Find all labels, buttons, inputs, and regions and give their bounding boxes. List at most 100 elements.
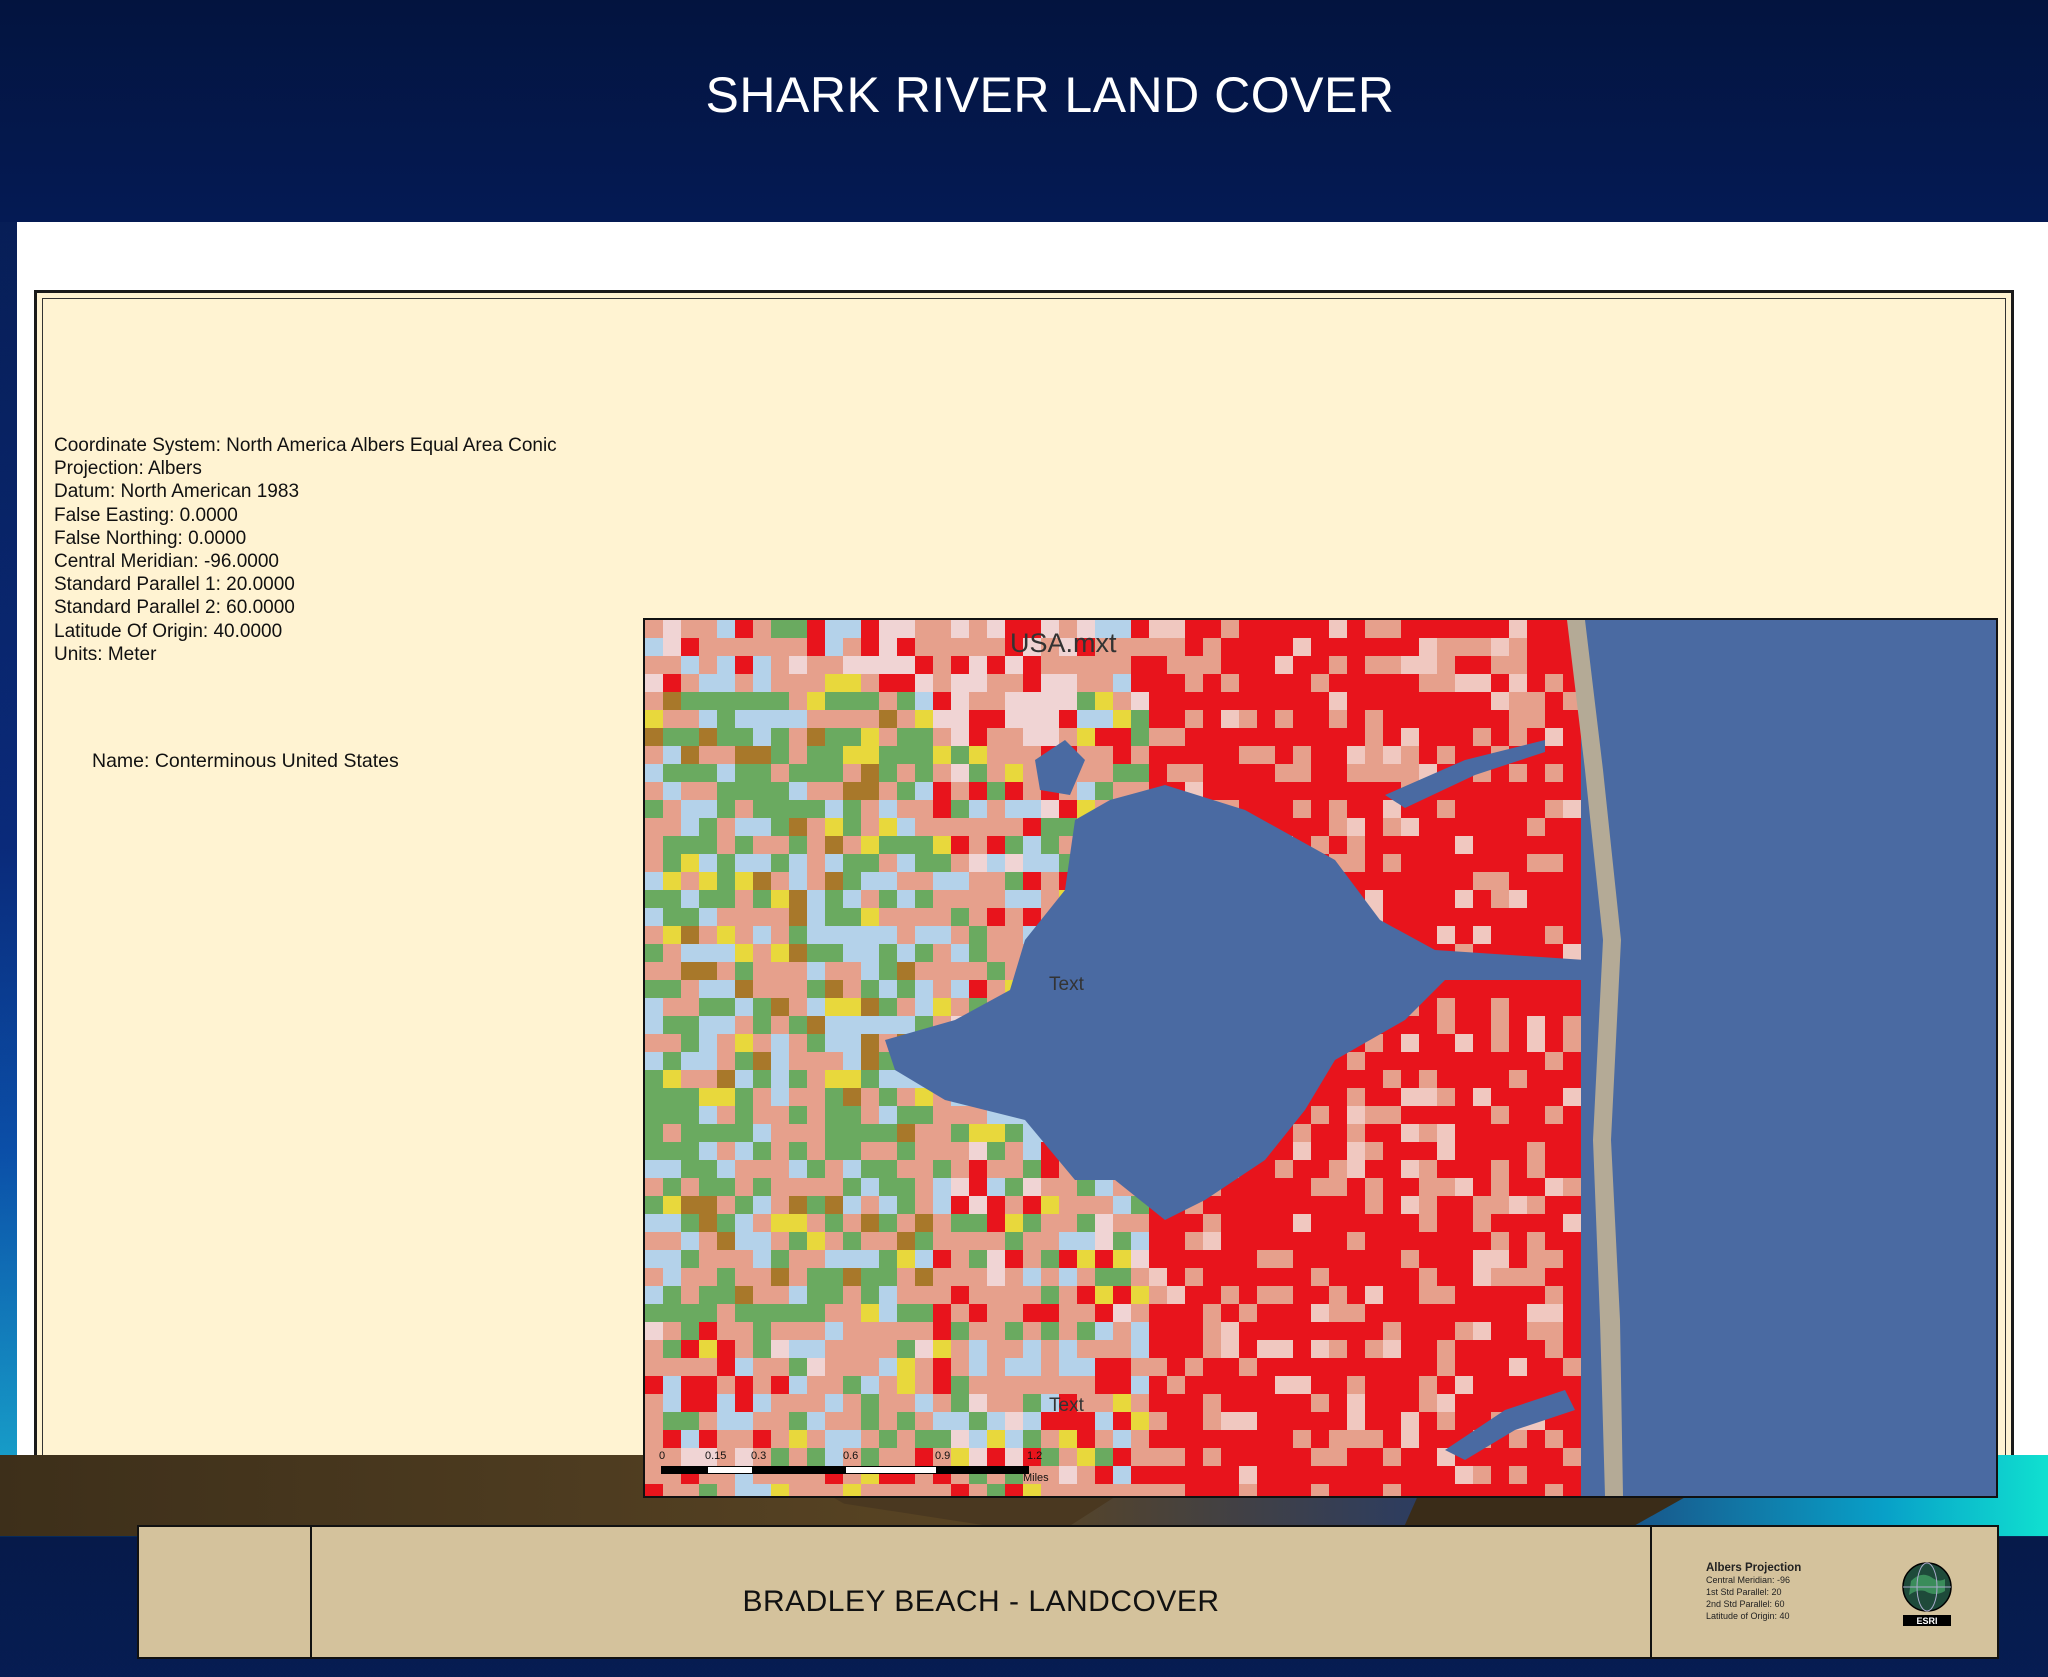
land-cover-cell: [1347, 1358, 1365, 1376]
land-cover-cell: [1347, 728, 1365, 746]
land-cover-cell: [1527, 836, 1545, 854]
land-cover-cell: [1257, 1340, 1275, 1358]
land-cover-cell: [969, 620, 987, 638]
land-cover-cell: [1455, 1142, 1473, 1160]
land-cover-cell: [1329, 1484, 1347, 1496]
coordinate-system-info: Coordinate System: North America Albers …: [54, 434, 557, 666]
land-cover-cell: [1455, 1484, 1473, 1496]
land-cover-cell: [1545, 980, 1563, 998]
land-cover-cell: [1437, 656, 1455, 674]
land-cover-cell: [663, 1376, 681, 1394]
land-cover-cell: [645, 998, 663, 1016]
land-cover-cell: [753, 872, 771, 890]
coord-line: Units: Meter: [54, 643, 157, 665]
land-cover-cell: [1437, 1070, 1455, 1088]
land-cover-cell: [645, 674, 663, 692]
land-cover-cell: [1509, 1484, 1527, 1496]
land-cover-cell: [843, 1070, 861, 1088]
land-cover-cell: [1275, 1304, 1293, 1322]
land-cover-cell: [1095, 1376, 1113, 1394]
land-cover-cell: [1203, 1358, 1221, 1376]
land-cover-cell: [1491, 1070, 1509, 1088]
land-cover-cell: [933, 1286, 951, 1304]
land-cover-cell: [753, 962, 771, 980]
land-cover-cell: [1419, 1088, 1437, 1106]
land-cover-cell: [1563, 998, 1581, 1016]
land-cover-cell: [1131, 1412, 1149, 1430]
land-cover-cell: [1131, 764, 1149, 782]
land-cover-cell: [789, 890, 807, 908]
land-cover-cell: [951, 800, 969, 818]
land-cover-cell: [1239, 1412, 1257, 1430]
land-cover-cell: [825, 962, 843, 980]
land-cover-cell: [681, 1268, 699, 1286]
land-cover-cell: [861, 728, 879, 746]
land-cover-cell: [1563, 1340, 1581, 1358]
land-cover-cell: [699, 872, 717, 890]
land-cover-cell: [699, 1178, 717, 1196]
land-cover-cell: [1365, 1484, 1383, 1496]
land-cover-cell: [987, 1304, 1005, 1322]
land-cover-map[interactable]: USA.mxt Text Text 0 0.15 0.3 0.6 0.9 1.2…: [643, 618, 1998, 1498]
land-cover-cell: [1401, 1340, 1419, 1358]
land-cover-cell: [987, 746, 1005, 764]
land-cover-cell: [1293, 800, 1311, 818]
land-cover-cell: [681, 1430, 699, 1448]
land-cover-cell: [681, 980, 699, 998]
land-cover-cell: [717, 692, 735, 710]
land-cover-cell: [1455, 836, 1473, 854]
land-cover-cell: [1365, 800, 1383, 818]
land-cover-cell: [1455, 1196, 1473, 1214]
land-cover-cell: [1491, 674, 1509, 692]
land-cover-cell: [699, 1250, 717, 1268]
land-cover-cell: [825, 638, 843, 656]
land-cover-cell: [861, 692, 879, 710]
land-cover-cell: [699, 1412, 717, 1430]
land-cover-cell: [1257, 764, 1275, 782]
land-cover-cell: [1293, 1376, 1311, 1394]
land-cover-cell: [663, 998, 681, 1016]
land-cover-cell: [1545, 1304, 1563, 1322]
land-cover-cell: [1239, 1358, 1257, 1376]
land-cover-cell: [1257, 782, 1275, 800]
land-cover-cell: [1473, 908, 1491, 926]
land-cover-cell: [1545, 1196, 1563, 1214]
land-cover-cell: [1455, 1016, 1473, 1034]
land-cover-cell: [1149, 1358, 1167, 1376]
land-cover-cell: [1419, 1358, 1437, 1376]
land-cover-cell: [1365, 836, 1383, 854]
land-cover-cell: [1329, 1250, 1347, 1268]
land-cover-cell: [1005, 854, 1023, 872]
land-cover-cell: [1221, 1232, 1239, 1250]
land-cover-cell: [1005, 1358, 1023, 1376]
land-cover-cell: [897, 620, 915, 638]
land-cover-cell: [843, 818, 861, 836]
land-cover-cell: [915, 1250, 933, 1268]
land-cover-cell: [1023, 1394, 1041, 1412]
land-cover-cell: [1005, 1394, 1023, 1412]
projection-line: 2nd Std Parallel: 60: [1706, 1599, 1785, 1609]
land-cover-cell: [1365, 1250, 1383, 1268]
land-cover-cell: [897, 674, 915, 692]
land-cover-cell: [1509, 1034, 1527, 1052]
slide-title: SHARK RIVER LAND COVER: [705, 67, 1395, 123]
land-cover-cell: [1311, 1232, 1329, 1250]
land-cover-cell: [1005, 1304, 1023, 1322]
land-cover-cell: [879, 908, 897, 926]
land-cover-cell: [1509, 1016, 1527, 1034]
land-cover-cell: [1527, 782, 1545, 800]
land-cover-cell: [825, 1178, 843, 1196]
land-cover-cell: [735, 638, 753, 656]
land-cover-cell: [789, 908, 807, 926]
land-cover-cell: [681, 944, 699, 962]
land-cover-cell: [933, 1358, 951, 1376]
land-cover-cell: [1455, 1160, 1473, 1178]
land-cover-cell: [663, 1124, 681, 1142]
land-cover-cell: [897, 782, 915, 800]
land-cover-cell: [1383, 854, 1401, 872]
land-cover-cell: [1239, 1340, 1257, 1358]
land-cover-cell: [753, 1340, 771, 1358]
land-cover-cell: [1365, 1394, 1383, 1412]
land-cover-cell: [1545, 1430, 1563, 1448]
land-cover-cell: [1347, 782, 1365, 800]
